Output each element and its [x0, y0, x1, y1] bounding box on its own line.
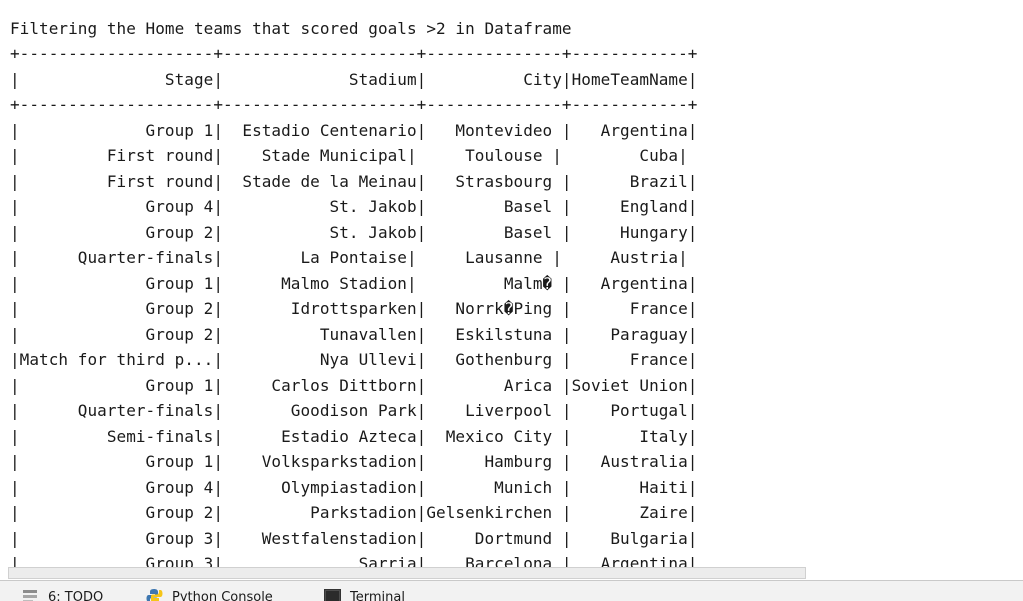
table-separator-header: +--------------------+------------------… [10, 95, 698, 114]
horizontal-scrollbar[interactable] [8, 567, 806, 579]
table-row: | Group 1| Carlos Dittborn| Arica |Sovie… [10, 376, 698, 395]
table-row: | First round| Stade Municipal| Toulouse… [10, 146, 688, 165]
python-icon [146, 588, 164, 601]
tab-python-console-label: Python Console [172, 590, 273, 601]
table-row: | Group 2| Idrottsparken| Norrk�Ping | F… [10, 299, 698, 318]
console-title: Filtering the Home teams that scored goa… [10, 19, 572, 38]
table-row: | Group 2| St. Jakob| Basel | Hungary| [10, 223, 698, 242]
table-separator-top: +--------------------+------------------… [10, 44, 698, 63]
tab-todo[interactable]: 6: TODO [22, 590, 103, 601]
table-row: | Group 4| St. Jakob| Basel | England| [10, 197, 698, 216]
table-row: | First round| Stade de la Meinau| Stras… [10, 172, 698, 191]
table-row: | Group 1| Estadio Centenario| Montevide… [10, 121, 698, 140]
table-row: | Group 1| Volksparkstadion| Hamburg | A… [10, 452, 698, 471]
table-row: | Group 2| Parkstadion|Gelsenkirchen | Z… [10, 503, 698, 522]
tab-todo-label: 6: TODO [48, 590, 104, 601]
terminal-icon [324, 588, 342, 601]
table-row: | Group 2| Tunavallen| Eskilstuna | Para… [10, 325, 698, 344]
table-row: | Quarter-finals| Goodison Park| Liverpo… [10, 401, 698, 420]
table-row: | Group 4| Olympiastadion| Munich | Hait… [10, 478, 698, 497]
table-row: | Group 1| Malmo Stadion| Malm� | Argent… [10, 274, 698, 293]
tab-terminal[interactable]: Terminal [324, 588, 405, 601]
table-header-row: | Stage| Stadium| City|HomeTeamName| [10, 70, 698, 89]
todo-icon [22, 588, 40, 601]
table-row: | Group 3| Westfalenstadion| Dortmund | … [10, 529, 698, 548]
table-row: | Semi-finals| Estadio Azteca| Mexico Ci… [10, 427, 698, 446]
tab-python-console[interactable]: Python Console [146, 588, 273, 601]
table-row: |Match for third p...| Nya Ullevi| Gothe… [10, 350, 698, 369]
tab-terminal-label: Terminal [350, 590, 405, 601]
console-output[interactable]: Filtering the Home teams that scored goa… [0, 0, 1023, 580]
table-row: | Quarter-finals| La Pontaise| Lausanne … [10, 248, 688, 267]
tool-window-bar: 6: TODO Python Console Terminal [0, 580, 1023, 601]
